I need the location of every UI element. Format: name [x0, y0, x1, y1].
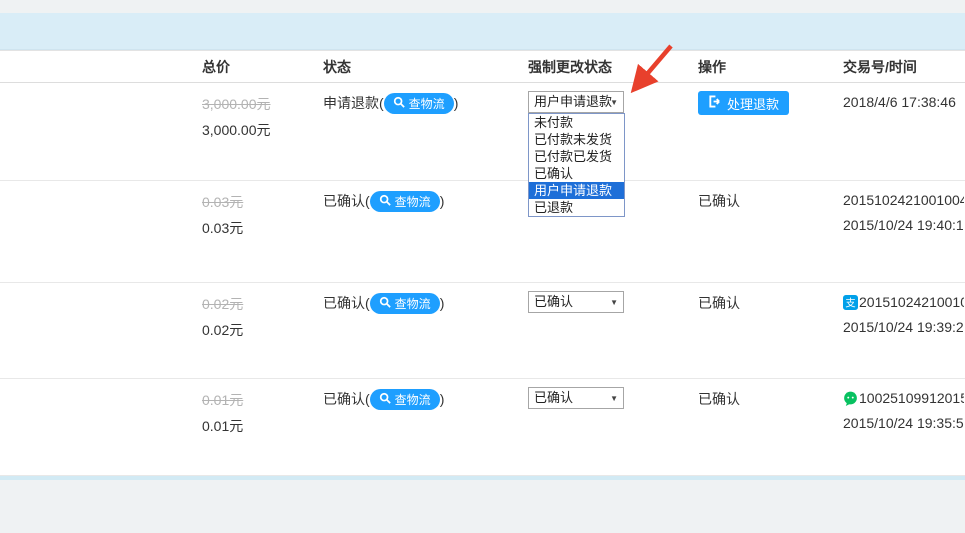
- transaction-cell: 支 201510242100100 2015/10/24 19:39:21: [843, 292, 964, 338]
- price-cell: 3,000.00元 3,000.00元: [202, 91, 271, 143]
- force-status-select-value: 已确认: [534, 294, 573, 309]
- status-cell: 已确认( 查物流 ): [323, 190, 444, 212]
- price-cell: 0.03元 0.03元: [202, 189, 243, 241]
- status-cell: 已确认( 查物流 ): [323, 292, 444, 314]
- check-logistics-button[interactable]: 查物流: [370, 293, 440, 314]
- table-row: 0.02元 0.02元 已确认( 查物流 ) 已确认 ▼ 已确认 支 20151…: [0, 283, 965, 379]
- force-status-dropdown-list: 未付款 已付款未发货 已付款已发货 已确认 用户申请退款 已退款: [528, 113, 625, 217]
- transaction-number: 201510242100100439: [843, 190, 964, 211]
- operation-status-text: 已确认: [698, 292, 740, 314]
- footer-area: [0, 480, 965, 533]
- current-price: 0.02元: [202, 317, 243, 343]
- transaction-number: 201510242100100: [859, 292, 964, 313]
- force-status-select[interactable]: 用户申请退款 ▼: [528, 91, 624, 113]
- transaction-number: 100251099120151: [859, 388, 964, 409]
- check-logistics-button[interactable]: 查物流: [384, 93, 454, 114]
- operation-status-text: 已确认: [698, 190, 740, 212]
- status-text-suffix: ): [454, 95, 459, 111]
- chevron-down-icon: ▼: [610, 293, 618, 313]
- column-header-transaction: 交易号/时间: [843, 51, 917, 83]
- order-time: 2015/10/24 19:39:21: [843, 317, 964, 338]
- column-header-total-price: 总价: [202, 51, 230, 83]
- dropdown-option-paid-shipped[interactable]: 已付款已发货: [529, 148, 624, 165]
- price-cell: 0.02元 0.02元: [202, 291, 243, 343]
- dropdown-option-refunded[interactable]: 已退款: [529, 199, 624, 216]
- operation-status-text: 已确认: [698, 388, 740, 410]
- search-icon: [379, 296, 391, 311]
- wechat-pay-icon: [843, 391, 858, 406]
- process-refund-button[interactable]: 处理退款: [698, 91, 789, 115]
- sign-out-icon: [708, 95, 721, 111]
- transaction-cell: 100251099120151 2015/10/24 19:35:52: [843, 388, 964, 434]
- force-status-select-value: 用户申请退款: [534, 94, 612, 109]
- dropdown-option-paid-not-shipped[interactable]: 已付款未发货: [529, 131, 624, 148]
- dropdown-option-unpaid[interactable]: 未付款: [529, 114, 624, 131]
- force-status-select-value: 已确认: [534, 390, 573, 405]
- status-text-suffix: ): [440, 193, 445, 209]
- status-text: 申请退款(: [323, 93, 384, 113]
- check-logistics-label: 查物流: [395, 295, 431, 312]
- order-time: 2015/10/24 19:40:18: [843, 215, 964, 236]
- svg-text:支: 支: [845, 298, 855, 310]
- table-row: 3,000.00元 3,000.00元 申请退款( 查物流 ) 用户申请退款 ▼…: [0, 83, 965, 181]
- status-cell: 申请退款( 查物流 ): [323, 92, 458, 114]
- column-header-operation: 操作: [698, 51, 726, 83]
- chevron-down-icon: ▼: [610, 93, 618, 113]
- check-logistics-label: 查物流: [395, 193, 431, 210]
- original-price: 0.03元: [202, 189, 243, 215]
- table-row: 0.03元 0.03元 已确认( 查物流 ) 已确认 2015102421001…: [0, 181, 965, 283]
- force-status-select[interactable]: 已确认 ▼: [528, 291, 624, 313]
- alipay-icon: 支: [843, 295, 858, 310]
- current-price: 0.03元: [202, 215, 243, 241]
- check-logistics-button[interactable]: 查物流: [370, 389, 440, 410]
- dropdown-option-user-refund-request[interactable]: 用户申请退款: [529, 182, 624, 199]
- column-header-status: 状态: [323, 51, 351, 83]
- status-text: 已确认(: [323, 389, 370, 409]
- status-text: 已确认(: [323, 191, 370, 211]
- status-text-suffix: ): [440, 295, 445, 311]
- check-logistics-label: 查物流: [395, 391, 431, 408]
- current-price: 0.01元: [202, 413, 243, 439]
- transaction-cell: 2018/4/6 17:38:46: [843, 92, 964, 113]
- check-logistics-label: 查物流: [409, 95, 445, 112]
- search-icon: [379, 194, 391, 209]
- status-cell: 已确认( 查物流 ): [323, 388, 444, 410]
- table-header: 总价 状态 强制更改状态 操作 交易号/时间: [0, 50, 965, 83]
- original-price: 0.02元: [202, 291, 243, 317]
- status-text: 已确认(: [323, 293, 370, 313]
- process-refund-label: 处理退款: [727, 94, 779, 113]
- original-price: 0.01元: [202, 387, 243, 413]
- search-icon: [393, 96, 405, 111]
- chevron-down-icon: ▼: [610, 389, 618, 409]
- table-row: 0.01元 0.01元 已确认( 查物流 ) 已确认 ▼ 已确认 1002510…: [0, 379, 965, 476]
- top-gray-bar: [0, 0, 965, 13]
- column-header-force-change: 强制更改状态: [528, 51, 612, 83]
- status-text-suffix: ): [440, 391, 445, 407]
- dropdown-option-confirmed[interactable]: 已确认: [529, 165, 624, 182]
- info-banner: [0, 13, 965, 50]
- search-icon: [379, 392, 391, 407]
- check-logistics-button[interactable]: 查物流: [370, 191, 440, 212]
- current-price: 3,000.00元: [202, 117, 271, 143]
- transaction-cell: 201510242100100439 2015/10/24 19:40:18: [843, 190, 964, 236]
- force-status-select[interactable]: 已确认 ▼: [528, 387, 624, 409]
- original-price: 3,000.00元: [202, 91, 271, 117]
- price-cell: 0.01元 0.01元: [202, 387, 243, 439]
- order-time: 2015/10/24 19:35:52: [843, 413, 964, 434]
- order-time: 2018/4/6 17:38:46: [843, 92, 956, 113]
